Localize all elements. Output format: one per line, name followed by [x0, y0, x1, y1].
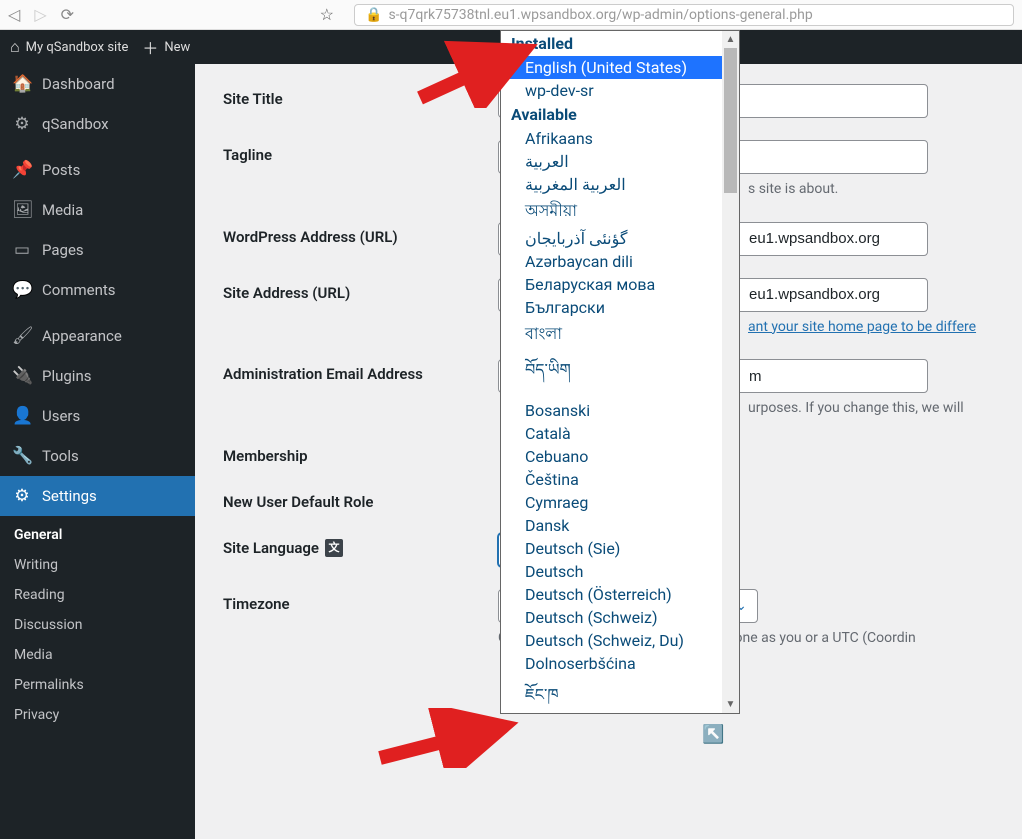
dropdown-group-installed: Installed — [501, 31, 739, 56]
adminbar-site-link[interactable]: ⌂ My qSandbox site — [10, 37, 128, 57]
label-site-title: Site Title — [223, 84, 498, 108]
sidebar-item-qsandbox[interactable]: ⚙qSandbox — [0, 104, 195, 144]
language-option[interactable]: العربية المغربية — [501, 173, 739, 196]
language-option[interactable]: Bosanski — [501, 399, 739, 422]
language-option[interactable]: བོད་ཡིག — [501, 350, 739, 399]
language-option[interactable]: Deutsch (Sie) — [501, 537, 739, 560]
browser-back-icon[interactable]: ◁ — [8, 5, 20, 24]
browser-reload-icon[interactable]: ⟳ — [61, 5, 74, 24]
link-site-address-help[interactable]: ant your site home page to be differe — [748, 319, 976, 335]
browser-url-bar[interactable]: 🔒 s-q7qrk75738tnl.eu1.wpsandbox.org/wp-ad… — [354, 4, 1014, 26]
bookmark-icon[interactable]: ☆ — [320, 5, 334, 24]
sidebar-item-media[interactable]: 🖼Media — [0, 190, 195, 230]
submenu-discussion[interactable]: Discussion — [0, 610, 195, 640]
browser-forward-icon[interactable]: ▷ — [34, 5, 46, 24]
browser-chrome: ◁ ▷ ⟳ ☆ 🔒 s-q7qrk75738tnl.eu1.wpsandbox.o… — [0, 0, 1022, 30]
language-option[interactable]: Беларуская мова — [501, 273, 739, 296]
sidebar-item-users[interactable]: 👤Users — [0, 396, 195, 436]
label-tagline: Tagline — [223, 140, 498, 164]
settings-submenu: General Writing Reading Discussion Media… — [0, 516, 195, 738]
sidebar-item-settings[interactable]: ⚙Settings — [0, 476, 195, 516]
scroll-up-icon[interactable]: ▲ — [722, 31, 739, 48]
label-admin-email: Administration Email Address — [223, 359, 498, 383]
adminbar-new-label: New — [164, 40, 190, 55]
sidebar-item-comments[interactable]: 💬Comments — [0, 270, 195, 310]
language-option[interactable]: Deutsch — [501, 560, 739, 583]
brush-icon: 🖌 — [12, 326, 32, 346]
submenu-reading[interactable]: Reading — [0, 580, 195, 610]
submenu-writing[interactable]: Writing — [0, 550, 195, 580]
language-option[interactable]: বাংলা — [501, 319, 739, 350]
language-option[interactable]: Deutsch (Schweiz) — [501, 606, 739, 629]
language-option[interactable]: Dansk — [501, 514, 739, 537]
scroll-thumb[interactable] — [724, 48, 737, 193]
url-host: s-q7qrk75738tnl.eu1.wpsandbox.org — [388, 7, 616, 23]
adminbar-site-name: My qSandbox site — [26, 40, 129, 55]
dashboard-icon: 🏠 — [12, 74, 32, 94]
sidebar-item-posts[interactable]: 📌Posts — [0, 150, 195, 190]
settings-icon: ⚙ — [12, 486, 32, 506]
language-option[interactable]: Български — [501, 296, 739, 319]
home-icon: ⌂ — [10, 37, 20, 57]
language-option[interactable]: Dolnoserbšćina — [501, 652, 739, 675]
dropdown-group-available: Available — [501, 102, 739, 127]
language-option[interactable]: wp-dev-sr — [501, 79, 739, 102]
sidebar-item-dashboard[interactable]: 🏠Dashboard — [0, 64, 195, 104]
gear-icon: ⚙ — [12, 114, 32, 134]
sidebar-item-appearance[interactable]: 🖌Appearance — [0, 316, 195, 356]
label-site-address: Site Address (URL) — [223, 278, 498, 302]
dropdown-scrollbar[interactable]: ▲ ▼ — [722, 31, 739, 713]
scroll-down-icon[interactable]: ▼ — [722, 696, 739, 713]
language-option[interactable]: English (United States) — [501, 56, 739, 79]
plus-icon: ＋ — [142, 35, 158, 59]
label-site-language: Site Language 文 — [223, 533, 498, 557]
label-membership: Membership — [223, 441, 498, 465]
submenu-general[interactable]: General — [0, 520, 195, 550]
comment-icon: 💬 — [12, 280, 32, 300]
language-option[interactable]: العربية — [501, 150, 739, 173]
language-option[interactable]: گؤنئی آذربایجان — [501, 227, 739, 250]
site-language-dropdown[interactable]: Installed English (United States)wp-dev-… — [500, 30, 740, 714]
translate-icon: 文 — [325, 539, 343, 557]
page-icon: ▭ — [12, 240, 32, 260]
label-wp-address: WordPress Address (URL) — [223, 222, 498, 246]
language-option[interactable]: ཇོང་ཁ — [501, 675, 739, 714]
sidebar-item-plugins[interactable]: 🔌Plugins — [0, 356, 195, 396]
language-option[interactable]: Cebuano — [501, 445, 739, 468]
label-new-user-role: New User Default Role — [223, 487, 498, 511]
pin-icon: 📌 — [12, 160, 32, 180]
language-option[interactable]: Cymraeg — [501, 491, 739, 514]
label-timezone: Timezone — [223, 589, 498, 613]
sidebar-item-tools[interactable]: 🔧Tools — [0, 436, 195, 476]
users-icon: 👤 — [12, 406, 32, 426]
tools-icon: 🔧 — [12, 446, 32, 466]
language-option[interactable]: Čeština — [501, 468, 739, 491]
language-option[interactable]: Deutsch (Österreich) — [501, 583, 739, 606]
submenu-permalinks[interactable]: Permalinks — [0, 670, 195, 700]
url-path: /wp-admin/options-general.php — [616, 7, 812, 23]
admin-sidebar: 🏠Dashboard ⚙qSandbox 📌Posts 🖼Media ▭Page… — [0, 64, 195, 839]
language-option[interactable]: Català — [501, 422, 739, 445]
sidebar-item-pages[interactable]: ▭Pages — [0, 230, 195, 270]
submenu-media[interactable]: Media — [0, 640, 195, 670]
adminbar-new-link[interactable]: ＋ New — [142, 35, 190, 59]
lock-icon: 🔒 — [365, 7, 382, 23]
language-option[interactable]: Afrikaans — [501, 127, 739, 150]
media-icon: 🖼 — [12, 200, 32, 220]
language-option[interactable]: Deutsch (Schweiz, Du) — [501, 629, 739, 652]
plugin-icon: 🔌 — [12, 366, 32, 386]
language-option[interactable]: Azərbaycan dili — [501, 250, 739, 273]
language-option[interactable]: অসমীয়া — [501, 196, 739, 227]
submenu-privacy[interactable]: Privacy — [0, 700, 195, 730]
